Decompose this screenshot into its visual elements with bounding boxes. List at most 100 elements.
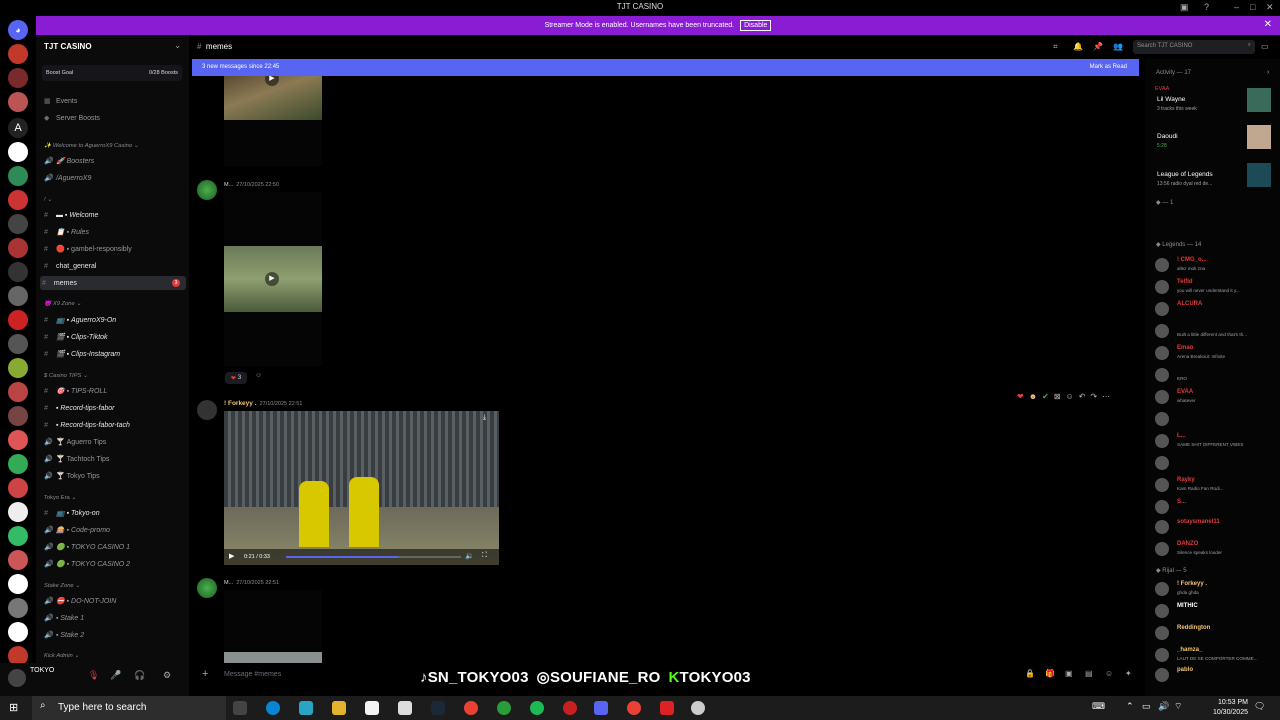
network-icon[interactable]: ▭ <box>1142 701 1151 712</box>
close-panel-icon[interactable]: › <box>1267 69 1269 76</box>
server-icon[interactable] <box>8 334 28 354</box>
discord-home-icon[interactable]: ◕ <box>8 20 28 40</box>
server-icon[interactable] <box>8 92 28 112</box>
category-label[interactable]: Stake Zone ⌄ <box>44 583 80 589</box>
member-row[interactable]: Rayky Kam Radio Fan Rodi... <box>1155 475 1275 495</box>
server-icon[interactable] <box>8 622 28 642</box>
members-icon[interactable]: 👥 <box>1113 42 1123 51</box>
fullscreen-icon[interactable]: ⛶ <box>482 552 487 560</box>
avatar[interactable] <box>1155 368 1169 382</box>
server-icon[interactable] <box>8 238 28 258</box>
channel-tokyo-tips[interactable]: 🔊 🍸 Tokyo Tips <box>44 469 100 483</box>
server-icon[interactable] <box>8 68 28 88</box>
channel-boosters[interactable]: 🔊 🚀 Boosters <box>44 154 94 168</box>
play-icon[interactable]: ▶ <box>265 272 279 286</box>
avatar[interactable] <box>1155 520 1169 534</box>
emoji-icon[interactable]: ☺ <box>1105 669 1113 678</box>
member-row[interactable]: _hamza_ LAUT DE SE COMPORTER COMME... <box>1155 645 1275 665</box>
avatar[interactable] <box>1155 346 1169 360</box>
channel-chat-general[interactable]: # chat_general <box>44 259 96 273</box>
mic-icon[interactable]: 🎤 <box>110 670 121 681</box>
channel-tokyo-on[interactable]: # 📺 ▪ Tokyo-on <box>44 506 100 520</box>
channel-code-promo[interactable]: 🔊 🎰 ▪ Code-promo <box>44 523 110 537</box>
member-row[interactable]: pablo <box>1155 665 1275 685</box>
channel-rules[interactable]: # 📋 ▪ Rules <box>44 225 89 239</box>
chevron-down-icon[interactable]: ⌄ <box>174 41 181 50</box>
server-icon[interactable] <box>8 598 28 618</box>
more-icon[interactable]: ⋯ <box>1102 392 1110 401</box>
minimize-icon[interactable]: – <box>1234 2 1239 12</box>
play-icon[interactable]: ▶ <box>229 552 234 560</box>
apps-icon[interactable]: ✦ <box>1125 669 1132 678</box>
spotify-icon[interactable] <box>530 701 544 715</box>
video-player[interactable]: ▶ 0:21 / 0:33 🔉 ⛶ ⤓ <box>224 411 499 565</box>
task-view-icon[interactable] <box>233 701 247 715</box>
server-icon[interactable] <box>8 214 28 234</box>
inbox-icon[interactable]: ▭ <box>1261 42 1269 51</box>
member-row[interactable]: L... SAME SHIT DIFFERENT VIBES <box>1155 431 1275 451</box>
check-reaction-icon[interactable]: ✔ <box>1042 392 1049 401</box>
category-label[interactable]: Tokyo Era ⌄ <box>44 495 76 501</box>
banner-close-icon[interactable]: ✕ <box>1264 19 1272 30</box>
app-icon[interactable] <box>691 701 705 715</box>
server-icon[interactable] <box>8 550 28 570</box>
channel-tachtoch-tips[interactable]: 🔊 🍸 Tachtoch Tips <box>44 452 109 466</box>
server-icon[interactable] <box>8 190 28 210</box>
member-row[interactable]: Reddington <box>1155 623 1275 643</box>
system-clock[interactable]: 10:53 PM 10/30/2025 <box>1198 698 1248 718</box>
member-row[interactable]: S... <box>1155 497 1275 517</box>
mail-icon[interactable] <box>398 701 412 715</box>
server-icon[interactable] <box>8 406 28 426</box>
member-row[interactable]: Emao Arena Breakout: Infinite <box>1155 343 1275 363</box>
avatar[interactable] <box>1155 390 1169 404</box>
channel-record-tips-fabor[interactable]: # ▪ Record-tips-fabor <box>44 401 114 415</box>
lock-icon[interactable]: 🔒 <box>1025 669 1035 678</box>
category-label[interactable]: Kick Admin ⌄ <box>44 653 79 659</box>
server-icon[interactable] <box>8 44 28 64</box>
server-icon[interactable] <box>8 262 28 282</box>
avatar[interactable] <box>1155 412 1169 426</box>
notifications-icon[interactable]: 🗨 <box>1254 701 1265 712</box>
avatar[interactable] <box>1155 500 1169 514</box>
channel-aguerrox9[interactable]: 🔊 /AguerroX9 <box>44 171 91 185</box>
download-icon[interactable]: ⤓ <box>483 414 486 422</box>
avatar[interactable] <box>197 400 217 420</box>
avatar[interactable] <box>1155 456 1169 470</box>
help-icon[interactable]: ? <box>1204 2 1209 12</box>
taskbar-search[interactable]: ⌕ Type here to search <box>32 696 226 720</box>
mark-as-read-button[interactable]: Mark as Read <box>1090 64 1127 70</box>
close-window-icon[interactable]: ✕ <box>1266 2 1274 13</box>
forward-icon[interactable]: ↷ <box>1090 392 1097 401</box>
member-row[interactable] <box>1155 453 1275 473</box>
channel-aguerrox9-on[interactable]: # 📺 ▪ AguerroX9-On <box>44 313 116 327</box>
boost-goal[interactable]: Boost Goal 0/28 Boosts <box>42 65 182 81</box>
steam-icon[interactable] <box>431 701 445 715</box>
search-input[interactable]: Search TJT CASINO ⌕ <box>1133 40 1255 54</box>
channel-clips-tiktok[interactable]: # 🎬 ▪ Clips-Tiktok <box>44 330 108 344</box>
avatar[interactable] <box>1155 648 1169 662</box>
volume-icon[interactable]: 🔊 <box>1158 701 1169 712</box>
volume-icon[interactable]: 🔉 <box>465 552 474 560</box>
channel-record-tips-fabor-tach[interactable]: # ▪ Record-tips-fabor-tach <box>44 418 130 432</box>
app-icon[interactable] <box>660 701 674 715</box>
activity-card[interactable]: EVAA Lil Wayne 3 tracks this week <box>1155 86 1275 116</box>
channel-welcome[interactable]: # ▬ ▪ Welcome <box>44 208 98 222</box>
explorer-icon[interactable] <box>332 701 346 715</box>
windows-start-icon[interactable]: ⊞ <box>9 701 18 714</box>
channel-clips-instagram[interactable]: # 🎬 ▪ Clips-Instagram <box>44 347 120 361</box>
server-icon[interactable] <box>8 310 28 330</box>
discord-icon[interactable] <box>594 701 608 715</box>
inbox-icon[interactable]: ▣ <box>1180 2 1189 13</box>
keyboard-icon[interactable]: ⌨ <box>1092 701 1105 712</box>
store-icon[interactable] <box>365 701 379 715</box>
bell-icon[interactable]: 🔔 <box>1073 42 1083 51</box>
server-icon[interactable]: A <box>8 118 28 138</box>
wifi-icon[interactable]: ⌔ <box>1174 701 1182 712</box>
server-icon[interactable] <box>8 358 28 378</box>
server-icon[interactable] <box>8 454 28 474</box>
headphones-icon[interactable]: 🎧 <box>134 670 145 681</box>
seek-bar[interactable] <box>286 556 461 558</box>
avatar[interactable] <box>1155 302 1169 316</box>
threads-icon[interactable]: ⌗ <box>1053 42 1058 52</box>
app-icon[interactable] <box>563 701 577 715</box>
